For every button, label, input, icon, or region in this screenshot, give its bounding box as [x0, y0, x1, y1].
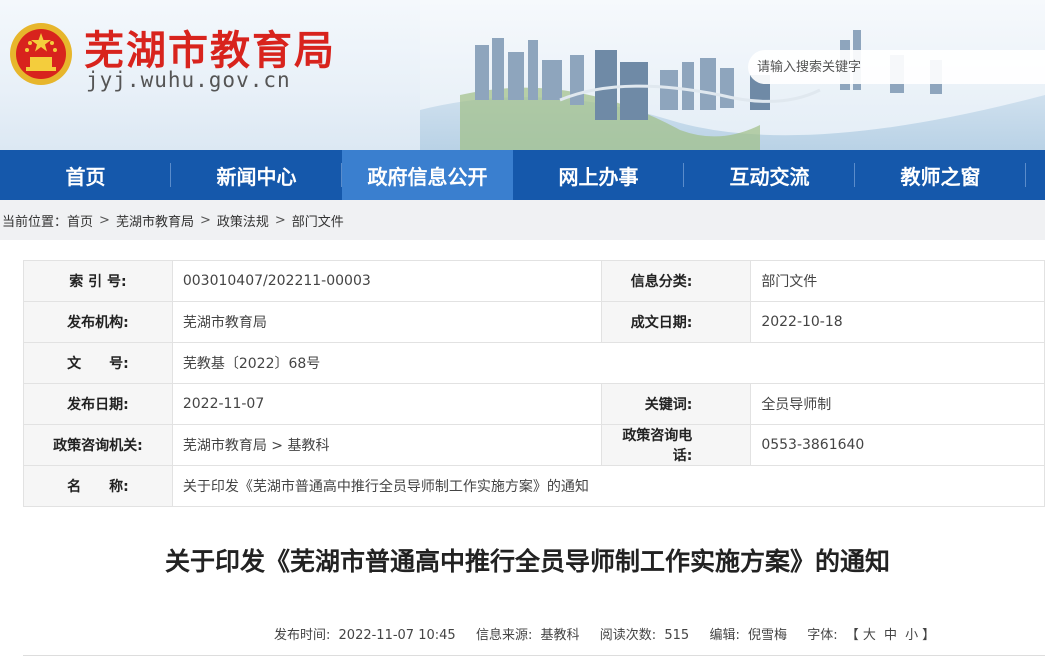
publish-date-label: 发布日期: [23, 383, 173, 425]
breadcrumb-prefix: 当前位置： [2, 214, 68, 230]
main-nav: 首页 新闻中心 政府信息公开 网上办事 互动交流 教师之窗 [0, 150, 1045, 200]
nav-item-teachers[interactable]: 教师之窗 [855, 150, 1026, 200]
keywords-label: 关键词: [601, 383, 752, 425]
doc-no-value: 芜教基〔2022〕68号 [171, 342, 1045, 384]
breadcrumb-link-home[interactable]: 首页 [67, 211, 93, 230]
font-size-label: 字体: [807, 628, 838, 643]
category-value: 部门文件 [750, 260, 1045, 302]
publish-time-value: 2022-11-07 10:45 [338, 628, 456, 643]
name-label: 名 称: [23, 465, 173, 507]
source-label: 信息来源: [475, 628, 533, 643]
consult-org-label: 政策咨询机关: [23, 424, 173, 466]
search-box[interactable] [748, 50, 1045, 84]
search-input[interactable] [748, 50, 1045, 84]
source-value: 基教科 [540, 628, 580, 643]
article-title: 关于印发《芜湖市普通高中推行全员导师制工作实施方案》的通知 [165, 547, 891, 576]
site-url: jyj.wuhu.gov.cn [86, 68, 291, 92]
breadcrumb-link-dept-docs[interactable]: 部门文件 [292, 211, 344, 230]
nav-item-label: 首页 [65, 164, 106, 189]
nav-item-label: 教师之窗 [900, 164, 981, 189]
font-size-small-button[interactable]: 小 [905, 628, 918, 643]
font-size-bracket-open: 【 [845, 628, 859, 643]
article-meta: 发布时间: 2022-11-07 10:45 信息来源: 基教科 阅读次数: 5… [274, 624, 939, 643]
table-row: 名 称: 关于印发《芜湖市普通高中推行全员导师制工作实施方案》的通知 [23, 465, 1045, 507]
consult-org-value: 芜湖市教育局 > 基教科 [171, 424, 603, 466]
nav-item-label: 新闻中心 [216, 164, 297, 189]
font-size-large-button[interactable]: 大 [863, 628, 876, 643]
publish-date-value: 2022-11-07 [171, 383, 603, 425]
breadcrumb-separator: > [199, 212, 211, 228]
doc-no-label: 文 号: [23, 342, 173, 384]
main-content: 索 引 号: 003010407/202211-00003 信息分类: 部门文件… [0, 240, 1045, 669]
table-row: 发布日期: 2022-11-07 关键词: 全员导师制 [23, 383, 1045, 425]
publisher-value: 芜湖市教育局 [171, 301, 603, 343]
breadcrumb-link-policy[interactable]: 政策法规 [217, 211, 269, 230]
editor-value: 倪雪梅 [747, 628, 787, 643]
index-no-label: 索 引 号: [23, 260, 173, 302]
name-value: 关于印发《芜湖市普通高中推行全员导师制工作实施方案》的通知 [171, 465, 1045, 507]
nav-item-interaction[interactable]: 互动交流 [684, 150, 855, 200]
document-info-table: 索 引 号: 003010407/202211-00003 信息分类: 部门文件… [23, 260, 1045, 507]
category-label: 信息分类: [601, 260, 752, 302]
consult-phone-label: 政策咨询电话: [601, 424, 752, 466]
table-row: 文 号: 芜教基〔2022〕68号 [23, 342, 1045, 384]
nav-item-home[interactable]: 首页 [0, 150, 171, 200]
written-date-value: 2022-10-18 [750, 301, 1045, 343]
meta-divider [23, 655, 1045, 656]
breadcrumb-separator: > [274, 212, 286, 228]
publisher-label: 发布机构: [23, 301, 173, 343]
nav-item-label: 互动交流 [729, 164, 810, 189]
consult-phone-value: 0553-3861640 [750, 424, 1045, 466]
written-date-label: 成文日期: [601, 301, 752, 343]
table-row: 发布机构: 芜湖市教育局 成文日期: 2022-10-18 [23, 301, 1045, 343]
publish-time-label: 发布时间: [274, 628, 331, 643]
views-value: 515 [664, 628, 690, 643]
nav-item-online-services[interactable]: 网上办事 [513, 150, 684, 200]
nav-item-gov-info[interactable]: 政府信息公开 [342, 150, 513, 200]
font-size-medium-button[interactable]: 中 [884, 628, 897, 643]
breadcrumb-link-bureau[interactable]: 芜湖市教育局 [116, 211, 194, 230]
breadcrumb-separator: > [99, 212, 110, 228]
editor-label: 编辑: [709, 628, 740, 643]
national-emblem-icon [10, 23, 72, 85]
views-label: 阅读次数: [599, 628, 657, 643]
nav-item-label: 政府信息公开 [367, 164, 488, 189]
breadcrumb: 当前位置： 首页 > 芜湖市教育局 > 政策法规 > 部门文件 [0, 200, 1045, 240]
keywords-value: 全员导师制 [750, 383, 1045, 425]
table-row: 政策咨询机关: 芜湖市教育局 > 基教科 政策咨询电话: 0553-386164… [23, 424, 1045, 466]
font-size-bracket-close: 】 [922, 628, 936, 643]
site-header: 芜湖市教育局 jyj.wuhu.gov.cn [0, 0, 1045, 150]
nav-item-news[interactable]: 新闻中心 [171, 150, 342, 200]
table-row: 索 引 号: 003010407/202211-00003 信息分类: 部门文件 [23, 260, 1045, 302]
nav-item-label: 网上办事 [558, 164, 639, 189]
index-no-value: 003010407/202211-00003 [171, 260, 603, 302]
